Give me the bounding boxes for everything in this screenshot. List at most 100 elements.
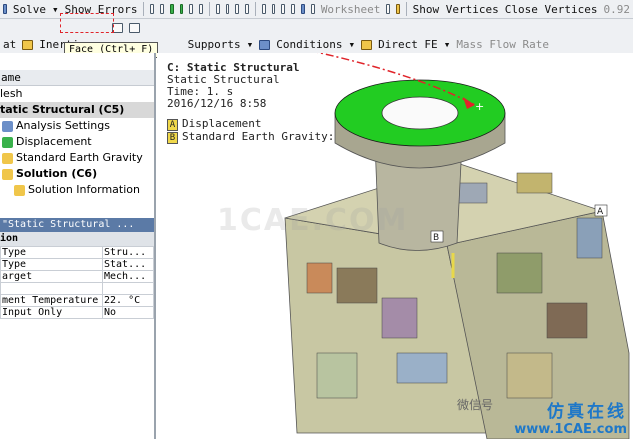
details-value[interactable]: Mech...	[102, 270, 154, 283]
wechat-label: 微信号	[457, 398, 494, 412]
details-value[interactable]: Stru...	[102, 246, 154, 259]
tree-item-label: Analysis Settings	[16, 119, 110, 132]
tree-item-static-structural[interactable]: tatic Structural (C5)	[0, 102, 154, 118]
separator	[143, 2, 144, 16]
zoom-icon[interactable]	[233, 2, 241, 16]
mesh-patch	[316, 352, 358, 399]
marker-a: A	[597, 207, 604, 217]
brand-name-cn: 仿真在线	[547, 402, 627, 422]
pan-icon[interactable]	[224, 2, 232, 16]
direct-fe-icon[interactable]	[359, 38, 374, 52]
brand-logo: 仿真在线 www.1CAE.com	[514, 397, 627, 437]
worksheet-icon[interactable]	[384, 2, 392, 16]
details-row[interactable]: ment Temperature 22. °C	[0, 294, 154, 307]
tree-item-solution[interactable]: Solution (C6)	[0, 166, 154, 182]
mesh-patch	[396, 352, 448, 384]
details-section[interactable]: ion	[0, 232, 154, 246]
details-panel: "Static Structural ... ion Type Stru... Ty…	[0, 218, 154, 319]
show-vertices-button[interactable]: Show Vertices	[410, 3, 502, 16]
zoom-out-icon[interactable]	[243, 2, 251, 16]
mesh-patch	[516, 172, 553, 194]
flange-hole	[381, 96, 459, 130]
details-key: Input Only	[0, 306, 103, 319]
solution-info-icon	[14, 184, 25, 196]
details-key: Type	[0, 258, 103, 271]
separator	[209, 2, 210, 16]
tree-item-label: tatic Structural (C5)	[0, 103, 125, 116]
zoom-fit-icon[interactable]	[260, 2, 268, 16]
displacement-icon	[2, 136, 13, 148]
marker-b: B	[433, 233, 439, 243]
details-value[interactable]: 22. °C	[102, 294, 154, 307]
details-row[interactable]: arget Mech...	[0, 270, 154, 283]
tree-item-label: Displacement	[16, 135, 92, 148]
direct-fe-menu[interactable]: Direct FE	[375, 38, 441, 51]
mass-flow-menu[interactable]: Mass Flow Rate	[453, 38, 552, 51]
dropdown-icon[interactable]: ▾	[441, 38, 454, 51]
settings-icon	[2, 120, 13, 132]
zoom-box-icon[interactable]	[270, 2, 278, 16]
worksheet-button[interactable]: Worksheet	[318, 3, 384, 16]
mesh-patch	[506, 352, 553, 399]
details-value[interactable]	[102, 282, 154, 295]
details-row[interactable]: Input Only No	[0, 306, 154, 319]
tree-item-label: Solution Information	[28, 183, 140, 196]
rotate-icon[interactable]	[214, 2, 222, 16]
cursor-crosshair: +	[475, 100, 484, 113]
magnify-icon[interactable]	[279, 2, 287, 16]
mesh-patch	[306, 262, 333, 294]
tree-item-solution-info[interactable]: Solution Information	[0, 182, 154, 198]
select-vertex-icon[interactable]	[158, 2, 166, 16]
graphics-viewport[interactable]: C: Static Structural Static Structural T…	[157, 53, 633, 439]
view-icon[interactable]	[299, 2, 307, 16]
tree-header[interactable]: ame	[0, 70, 154, 86]
mesh-patch	[381, 297, 418, 339]
select-face-icon[interactable]	[168, 2, 176, 16]
select-mode-icon[interactable]	[197, 2, 205, 16]
details-key: ment Temperature	[0, 294, 103, 307]
select-body-icon[interactable]	[178, 2, 186, 16]
outline-panel: ame lesh tatic Structural (C5) Analysis …	[0, 53, 156, 439]
gravity-icon	[2, 152, 13, 164]
conditions-icon[interactable]	[257, 38, 272, 52]
select-point-icon[interactable]	[148, 2, 156, 16]
dropdown-icon[interactable]: ▾	[345, 38, 358, 51]
vertices-value[interactable]: 0.92	[600, 3, 633, 16]
watermark-text: 1CAE.COM	[217, 203, 409, 238]
tree-item-gravity[interactable]: Standard Earth Gravity	[0, 150, 154, 166]
toolbar-partial-label[interactable]: at	[0, 38, 19, 51]
toolbar-highlight-box	[60, 13, 114, 33]
tree-item-label: lesh	[0, 87, 23, 100]
env-icon-2[interactable]	[127, 21, 142, 35]
details-value[interactable]: Stat...	[102, 258, 154, 271]
details-title: "Static Structural ...	[0, 218, 154, 232]
solution-icon	[2, 168, 13, 180]
details-row[interactable]	[0, 282, 154, 295]
select-edge-icon[interactable]	[187, 2, 195, 16]
tree-item-analysis-settings[interactable]: Analysis Settings	[0, 118, 154, 134]
separator	[406, 2, 407, 16]
details-table: Type Stru... Type Stat... arget Mech... ment T…	[0, 246, 154, 319]
solve-icon[interactable]	[1, 2, 9, 16]
lock-icon[interactable]	[394, 2, 402, 16]
probe-icon[interactable]	[309, 2, 317, 16]
details-value[interactable]: No	[102, 306, 154, 319]
close-vertices-button[interactable]: Close Vertices	[502, 3, 601, 16]
solve-button[interactable]: Solve	[10, 3, 49, 16]
tree-item-label: Standard Earth Gravity	[16, 151, 143, 164]
iso-view-icon[interactable]	[289, 2, 297, 16]
inertial-icon[interactable]	[20, 38, 35, 52]
supports-menu[interactable]: Supports	[185, 38, 244, 51]
dropdown-icon[interactable]: ▾	[244, 38, 257, 51]
details-row[interactable]: Type Stat...	[0, 258, 154, 271]
conditions-menu[interactable]: Conditions	[273, 38, 345, 51]
tree-item-displacement[interactable]: Displacement	[0, 134, 154, 150]
details-row[interactable]: Type Stru...	[0, 246, 154, 259]
mesh-patch	[576, 217, 603, 259]
model-geometry[interactable]: + B A	[157, 53, 633, 439]
separator	[255, 2, 256, 16]
mesh-patch	[456, 182, 488, 204]
details-key	[0, 282, 103, 295]
details-key: Type	[0, 246, 103, 259]
tree-item-mesh[interactable]: lesh	[0, 86, 154, 102]
